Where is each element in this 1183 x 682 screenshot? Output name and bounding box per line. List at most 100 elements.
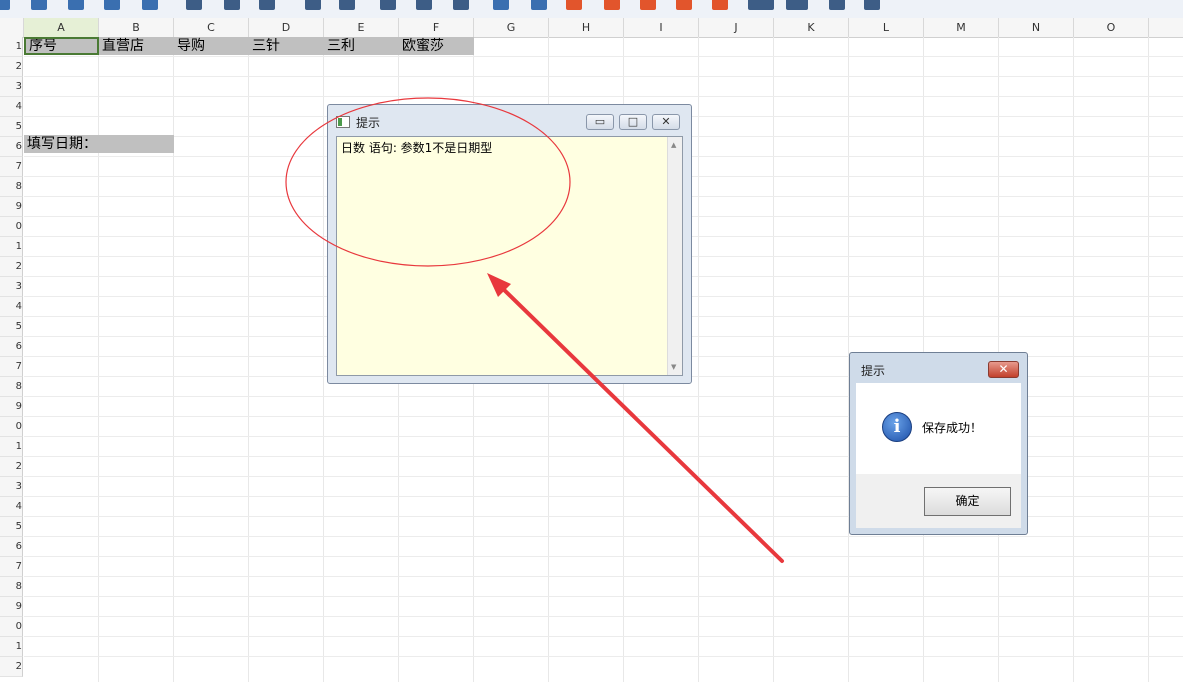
grid-line bbox=[24, 76, 1183, 77]
row-header[interactable]: 0 bbox=[0, 217, 23, 237]
grid-line bbox=[98, 37, 99, 682]
format-icon[interactable] bbox=[712, 0, 728, 10]
column-header[interactable]: C bbox=[174, 18, 249, 37]
grid-line bbox=[1073, 37, 1074, 682]
row-header[interactable]: 7 bbox=[0, 157, 23, 177]
row-header[interactable]: 4 bbox=[0, 297, 23, 317]
scroll-up-icon[interactable]: ▲ bbox=[671, 141, 676, 149]
row-header[interactable]: 6 bbox=[0, 337, 23, 357]
minimize-button[interactable]: ▭ bbox=[586, 114, 614, 130]
delete-column-icon[interactable] bbox=[604, 0, 620, 10]
row-header[interactable]: 1 bbox=[0, 37, 23, 57]
image-icon[interactable] bbox=[142, 0, 158, 10]
row-header[interactable]: 2 bbox=[0, 57, 23, 77]
window-icon bbox=[336, 116, 350, 128]
grid-line bbox=[323, 37, 324, 682]
row-header[interactable]: 1 bbox=[0, 237, 23, 257]
column-header[interactable]: M bbox=[924, 18, 999, 37]
scroll-down-icon[interactable]: ▼ bbox=[671, 363, 676, 371]
row-header[interactable]: 2 bbox=[0, 657, 23, 677]
table-icon[interactable] bbox=[748, 0, 774, 10]
row-header[interactable]: 3 bbox=[0, 277, 23, 297]
row-header[interactable]: 3 bbox=[0, 477, 23, 497]
cell-e1[interactable]: 三利 bbox=[324, 37, 399, 55]
message-box-content: i 保存成功！ 确定 bbox=[856, 383, 1021, 528]
cell-f1[interactable]: 欧蜜莎 bbox=[399, 37, 474, 55]
row-header[interactable]: 9 bbox=[0, 397, 23, 417]
copy-icon[interactable] bbox=[416, 0, 432, 10]
print-icon[interactable] bbox=[259, 0, 275, 10]
delete-row-icon[interactable] bbox=[566, 0, 582, 10]
insert-column-icon[interactable] bbox=[531, 0, 547, 10]
redo-icon[interactable] bbox=[339, 0, 355, 10]
close-button[interactable]: ✕ bbox=[652, 114, 680, 130]
row-header[interactable]: 6 bbox=[0, 537, 23, 557]
column-header[interactable]: L bbox=[849, 18, 924, 37]
row-header[interactable]: 9 bbox=[0, 597, 23, 617]
column-header[interactable]: E bbox=[324, 18, 399, 37]
column-header[interactable]: H bbox=[549, 18, 624, 37]
message-box-title: 提示 bbox=[861, 364, 886, 378]
corner-cell[interactable] bbox=[0, 18, 24, 37]
column-header[interactable]: O bbox=[1074, 18, 1149, 37]
grid-line bbox=[24, 596, 1183, 597]
folder-icon[interactable] bbox=[68, 0, 84, 10]
message-box-close-button[interactable]: ✕ bbox=[988, 361, 1019, 378]
lock-icon[interactable] bbox=[829, 0, 845, 10]
column-header[interactable]: F bbox=[399, 18, 474, 37]
row-header[interactable]: 5 bbox=[0, 317, 23, 337]
cut-icon[interactable] bbox=[380, 0, 396, 10]
undo-icon[interactable] bbox=[305, 0, 321, 10]
row-header[interactable]: 9 bbox=[0, 197, 23, 217]
insert-row-icon[interactable] bbox=[493, 0, 509, 10]
hint-message-area[interactable]: 日数 语句: 参数1不是日期型 ▲ ▼ bbox=[336, 136, 683, 376]
cell-d1[interactable]: 三针 bbox=[249, 37, 324, 55]
split-icon[interactable] bbox=[676, 0, 692, 10]
maximize-button[interactable]: □ bbox=[619, 114, 647, 130]
row-header[interactable]: 4 bbox=[0, 497, 23, 517]
settings-icon[interactable] bbox=[186, 0, 202, 10]
message-box: 提示 ✕ i 保存成功！ 确定 bbox=[849, 352, 1028, 535]
row-header[interactable]: 4 bbox=[0, 97, 23, 117]
grid-line bbox=[24, 656, 1183, 657]
export-icon[interactable] bbox=[864, 0, 880, 10]
row-header[interactable]: 8 bbox=[0, 177, 23, 197]
column-header[interactable]: N bbox=[999, 18, 1074, 37]
row-header[interactable]: 7 bbox=[0, 557, 23, 577]
preview-icon[interactable] bbox=[224, 0, 240, 10]
chart-icon[interactable] bbox=[786, 0, 808, 10]
save-icon[interactable] bbox=[31, 0, 47, 10]
grid-line bbox=[24, 556, 1183, 557]
column-header[interactable]: I bbox=[624, 18, 699, 37]
merge-icon[interactable] bbox=[640, 0, 656, 10]
row-header[interactable]: 2 bbox=[0, 257, 23, 277]
cell-a6-fill-date-label[interactable]: 填写日期： bbox=[24, 135, 174, 153]
cell-a1[interactable]: 序号 bbox=[24, 37, 99, 55]
row-header[interactable]: 1 bbox=[0, 437, 23, 457]
column-header[interactable]: G bbox=[474, 18, 549, 37]
hint-message: 日数 语句: 参数1不是日期型 bbox=[341, 141, 493, 155]
column-header[interactable]: A bbox=[24, 18, 99, 37]
cell-b1[interactable]: 直营店 bbox=[99, 37, 174, 55]
toolbar-icon[interactable] bbox=[0, 0, 10, 10]
column-header[interactable]: J bbox=[699, 18, 774, 37]
ok-button[interactable]: 确定 bbox=[924, 487, 1011, 516]
image-icon[interactable] bbox=[104, 0, 120, 10]
cell-c1[interactable]: 导购 bbox=[174, 37, 249, 55]
row-header[interactable]: 5 bbox=[0, 517, 23, 537]
row-header[interactable]: 5 bbox=[0, 117, 23, 137]
row-header[interactable]: 8 bbox=[0, 577, 23, 597]
column-header[interactable]: D bbox=[249, 18, 324, 37]
row-header[interactable]: 0 bbox=[0, 617, 23, 637]
paste-icon[interactable] bbox=[453, 0, 469, 10]
row-header[interactable]: 2 bbox=[0, 457, 23, 477]
column-header[interactable]: B bbox=[99, 18, 174, 37]
row-header[interactable]: 6 bbox=[0, 137, 23, 157]
row-header[interactable]: 0 bbox=[0, 417, 23, 437]
row-header[interactable]: 3 bbox=[0, 77, 23, 97]
row-header[interactable]: 8 bbox=[0, 377, 23, 397]
row-header[interactable]: 7 bbox=[0, 357, 23, 377]
row-header[interactable]: 1 bbox=[0, 637, 23, 657]
vertical-scrollbar[interactable]: ▲ ▼ bbox=[667, 137, 682, 375]
column-header[interactable]: K bbox=[774, 18, 849, 37]
